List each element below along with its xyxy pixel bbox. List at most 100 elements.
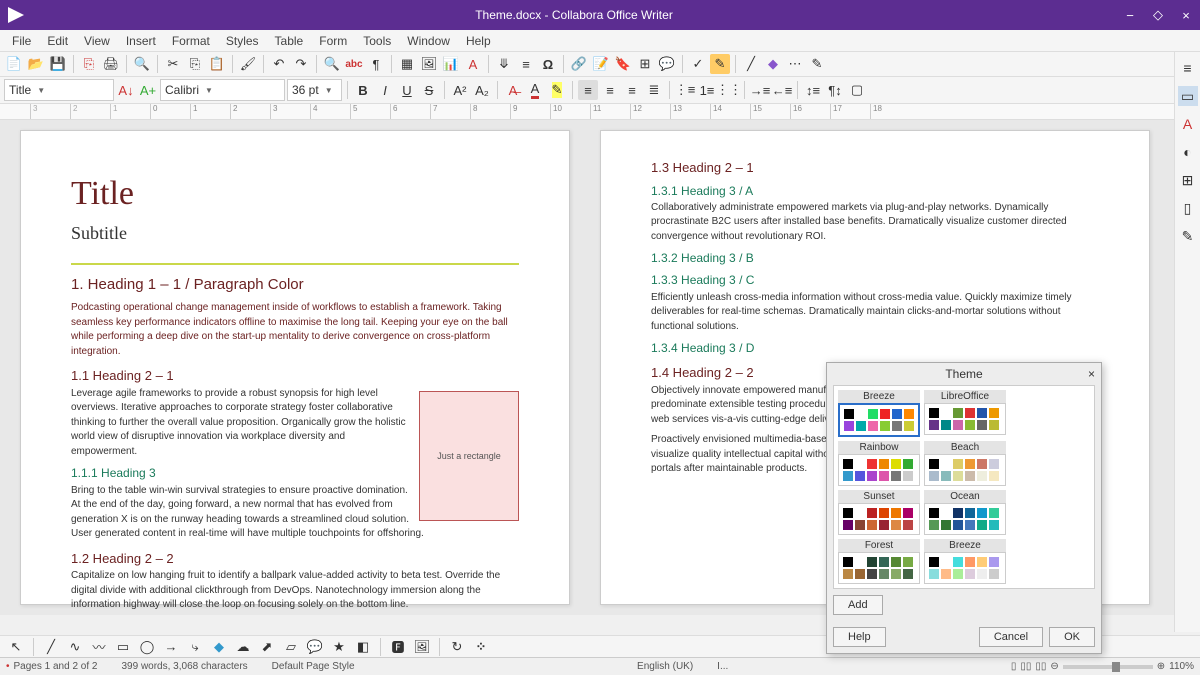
page-1[interactable]: Title Subtitle 1. Heading 1 – 1 / Paragr… <box>20 130 570 605</box>
rotate-icon[interactable]: ↻ <box>447 637 467 657</box>
basic-shapes-icon[interactable]: ◆ <box>763 54 783 74</box>
theme-card-rainbow[interactable]: Rainbow <box>838 441 920 486</box>
highlight-icon[interactable]: ✎ <box>547 80 567 100</box>
new-style-icon[interactable]: A+ <box>138 80 158 100</box>
redo-icon[interactable]: ↷ <box>291 54 311 74</box>
horizontal-ruler[interactable]: 3210123456789101112131415161718 <box>0 104 1200 120</box>
body-para[interactable]: Efficiently unleash cross-media informat… <box>651 291 1099 335</box>
status-language[interactable]: English (UK) <box>637 661 693 672</box>
bold-icon[interactable]: B <box>353 80 373 100</box>
undo-icon[interactable]: ↶ <box>269 54 289 74</box>
menu-styles[interactable]: Styles <box>218 32 267 50</box>
track-changes-icon[interactable]: ✓ <box>688 54 708 74</box>
add-button[interactable]: Add <box>833 595 883 615</box>
save-indicator-icon[interactable]: • <box>6 661 10 672</box>
menu-window[interactable]: Window <box>399 32 458 50</box>
menu-tools[interactable]: Tools <box>355 32 399 50</box>
clear-format-icon[interactable]: A̶ <box>503 80 523 100</box>
connector-icon[interactable]: ⤷ <box>185 637 205 657</box>
arrow-icon[interactable]: → <box>161 637 181 657</box>
heading-1[interactable]: 1. Heading 1 – 1 / Paragraph Color <box>71 275 519 295</box>
align-justify-icon[interactable]: ≣ <box>644 80 664 100</box>
view-single-icon[interactable]: ▯ <box>1011 661 1017 672</box>
number-list-icon[interactable]: 1≡ <box>697 80 717 100</box>
maximize-button[interactable]: ◇ <box>1144 7 1172 23</box>
menu-insert[interactable]: Insert <box>118 32 164 50</box>
dialog-close-icon[interactable]: × <box>1088 367 1095 381</box>
save-icon[interactable]: 💾 <box>48 54 68 74</box>
sidebar-inspector-icon[interactable]: ✎ <box>1178 226 1198 246</box>
sidebar-navigator-icon[interactable]: ⊞ <box>1178 170 1198 190</box>
draw-functions-icon[interactable]: ⋯ <box>785 54 805 74</box>
print-preview-icon[interactable]: 🔍 <box>132 54 152 74</box>
points-icon[interactable]: ⁘ <box>471 637 491 657</box>
clone-format-icon[interactable]: 🖌 <box>238 54 258 74</box>
theme-card-breeze[interactable]: Breeze <box>924 539 1006 584</box>
status-insert-mode[interactable]: I... <box>717 661 728 672</box>
underline-icon[interactable]: U <box>397 80 417 100</box>
sidebar-menu-icon[interactable]: ≡ <box>1178 58 1198 78</box>
align-center-icon[interactable]: ≡ <box>600 80 620 100</box>
basic-shapes-icon[interactable]: ◆ <box>209 637 229 657</box>
sidebar-page-icon[interactable]: ▯ <box>1178 198 1198 218</box>
theme-card-ocean[interactable]: Ocean <box>924 490 1006 535</box>
insert-textbox-icon[interactable]: A <box>463 54 483 74</box>
superscript-icon[interactable]: A² <box>450 80 470 100</box>
heading-2[interactable]: 1.1 Heading 2 – 1 <box>71 367 519 385</box>
dialog-titlebar[interactable]: Theme × <box>827 363 1101 385</box>
formatting-marks-icon[interactable]: ¶ <box>366 54 386 74</box>
insert-chart-icon[interactable]: 📊 <box>441 54 461 74</box>
heading-3[interactable]: 1.3.3 Heading 3 / C <box>651 272 1099 288</box>
zoom-slider[interactable] <box>1063 665 1153 669</box>
menu-table[interactable]: Table <box>267 32 312 50</box>
special-char-icon[interactable]: Ω <box>538 54 558 74</box>
sidebar-gallery-icon[interactable]: ◐ <box>1178 142 1198 162</box>
bookmark-icon[interactable]: 🔖 <box>613 54 633 74</box>
sidebar-properties-icon[interactable]: ▭ <box>1178 86 1198 106</box>
open-icon[interactable]: 📂 <box>26 54 46 74</box>
export-pdf-icon[interactable]: ⎘ <box>79 54 99 74</box>
footnote-icon[interactable]: 📝 <box>591 54 611 74</box>
fontwork-icon[interactable]: 🅵 <box>388 637 408 657</box>
select-icon[interactable]: ↖ <box>6 637 26 657</box>
subscript-icon[interactable]: A₂ <box>472 80 492 100</box>
view-book-icon[interactable]: ▯▯ <box>1035 661 1046 672</box>
stars-icon[interactable]: ★ <box>329 637 349 657</box>
paragraph-style-select[interactable]: Title ▼ <box>4 79 114 101</box>
menu-edit[interactable]: Edit <box>39 32 76 50</box>
view-multi-icon[interactable]: ▯▯ <box>1020 661 1031 672</box>
comment-icon[interactable]: 💬 <box>657 54 677 74</box>
zoom-in-icon[interactable]: ⊕ <box>1157 661 1165 672</box>
status-page-style[interactable]: Default Page Style <box>272 661 355 672</box>
bullet-list-icon[interactable]: ⋮≡ <box>675 80 695 100</box>
ellipse-icon[interactable]: ◯ <box>137 637 157 657</box>
insert-image-icon[interactable]: 🖼 <box>412 637 432 657</box>
update-style-icon[interactable]: A↓ <box>116 80 136 100</box>
symbol-shapes-icon[interactable]: ☁ <box>233 637 253 657</box>
rect-icon[interactable]: ▭ <box>113 637 133 657</box>
line-spacing-icon[interactable]: ↕≡ <box>803 80 823 100</box>
outline-icon[interactable]: ⋮⋮ <box>719 80 739 100</box>
heading-2[interactable]: 1.2 Heading 2 – 2 <box>71 550 519 568</box>
ok-button[interactable]: OK <box>1049 627 1095 647</box>
heading-3[interactable]: 1.3.2 Heading 3 / B <box>651 250 1099 266</box>
insert-image-icon[interactable]: 🖼 <box>419 54 439 74</box>
heading-3[interactable]: 1.3.4 Heading 3 / D <box>651 340 1099 356</box>
strikethrough-icon[interactable]: S <box>419 80 439 100</box>
menu-help[interactable]: Help <box>458 32 499 50</box>
help-button[interactable]: Help <box>833 627 886 647</box>
heading-3[interactable]: 1.3.1 Heading 3 / A <box>651 183 1099 199</box>
line-icon[interactable]: ╱ <box>741 54 761 74</box>
show-draw-icon[interactable]: ✎ <box>807 54 827 74</box>
status-wordcount[interactable]: 399 words, 3,068 characters <box>121 661 247 672</box>
hyperlink-icon[interactable]: 🔗 <box>569 54 589 74</box>
font-color-icon[interactable]: A <box>525 80 545 100</box>
menu-format[interactable]: Format <box>164 32 218 50</box>
insert-table-icon[interactable]: ▦ <box>397 54 417 74</box>
flowchart-icon[interactable]: ▱ <box>281 637 301 657</box>
status-pages[interactable]: Pages 1 and 2 of 2 <box>14 661 98 672</box>
new-icon[interactable]: 📄 <box>4 54 24 74</box>
theme-card-sunset[interactable]: Sunset <box>838 490 920 535</box>
print-icon[interactable]: 🖨 <box>101 54 121 74</box>
font-size-select[interactable]: 36 pt ▼ <box>287 79 342 101</box>
